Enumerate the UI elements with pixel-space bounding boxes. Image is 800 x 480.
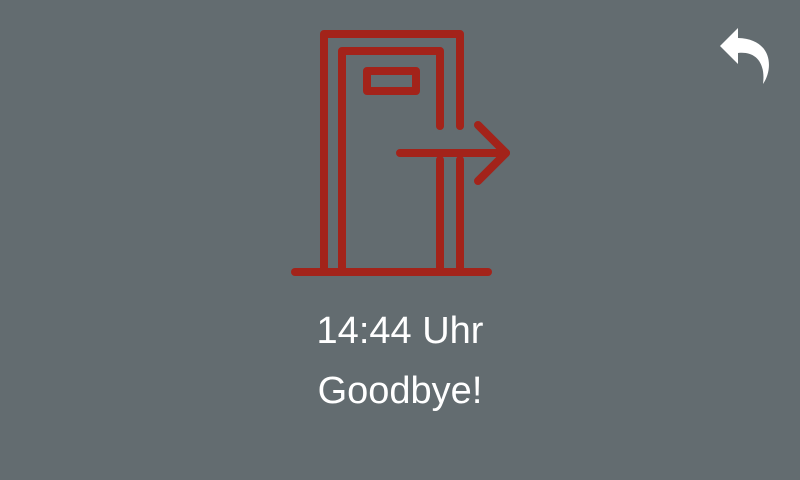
logout-screen: 14:44 Uhr Goodbye! [0, 0, 800, 480]
goodbye-message: Goodbye! [317, 370, 483, 412]
time-display: 14:44 Uhr [316, 310, 484, 352]
exit-door-icon [288, 28, 516, 280]
back-button[interactable] [716, 24, 776, 88]
back-arrow-icon [720, 28, 769, 84]
